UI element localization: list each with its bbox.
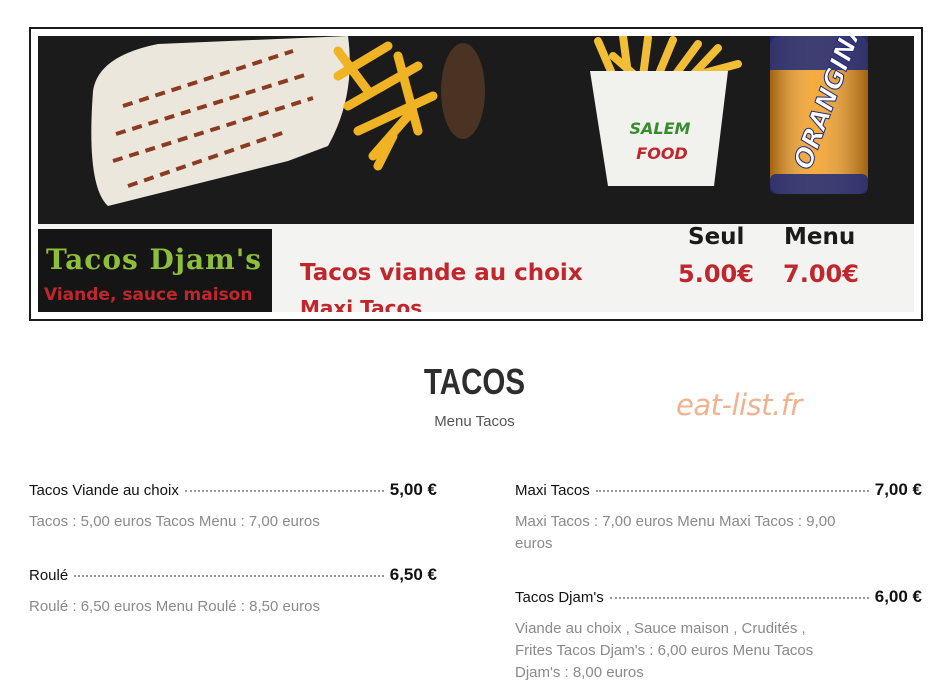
fries-box-text-2: FOOD (636, 144, 687, 163)
board-brand-subtitle: Viande, sauce maison (44, 285, 253, 305)
wrap-shape (91, 36, 350, 206)
item-name: Tacos Djam's (515, 589, 604, 606)
board-col-menu: Menu (784, 224, 856, 250)
dot-leader (184, 490, 384, 492)
item-name: Tacos Viande au choix (29, 482, 179, 499)
wrap-fries (333, 41, 438, 171)
item-description: Roulé : 6,50 euros Menu Roulé : 8,50 eur… (29, 598, 321, 615)
banner-frame: SALEM FOOD ORANGINA Tacos Djam's Viande,… (29, 27, 923, 321)
menu-photo: SALEM FOOD ORANGINA Tacos Djam's Viande,… (38, 36, 914, 312)
board-col-single: Seul (688, 224, 745, 250)
dot-leader (595, 490, 869, 492)
item-header: Tacos Djam's 6,00 € (515, 587, 922, 607)
menu-item: Maxi Tacos 7,00 € Maxi Tacos : 7,00 euro… (515, 480, 922, 555)
dot-leader (74, 575, 384, 577)
item-description: Tacos : 5,00 euros Tacos Menu : 7,00 eur… (29, 513, 320, 530)
item-price: 7,00 € (874, 480, 922, 499)
menu-item: Roulé 6,50 € Roulé : 6,50 euros Menu Rou… (29, 565, 437, 618)
item-description: Viande au choix , Sauce maison , Crudité… (515, 620, 814, 681)
board-price-menu: 7.00€ (783, 260, 859, 288)
item-header: Roulé 6,50 € (29, 565, 437, 585)
item-price: 5,00 € (389, 480, 437, 499)
item-description: Maxi Tacos : 7,00 euros Menu Maxi Tacos … (515, 513, 836, 552)
board-item-2: Maxi Tacos (300, 296, 423, 312)
section-subtitle: Menu Tacos (434, 413, 515, 430)
board-brand-panel: Tacos Djam's Viande, sauce maison (38, 229, 272, 312)
menu-item: Tacos Viande au choix 5,00 € Tacos : 5,0… (29, 480, 437, 533)
watermark: eat-list.fr (676, 388, 802, 422)
menu-board: Tacos Djam's Viande, sauce maison Seul M… (38, 224, 914, 312)
board-price-single: 5.00€ (678, 260, 754, 288)
meat-shape (441, 43, 485, 139)
fries-box-text-1: SALEM (630, 119, 691, 138)
board-brand-title: Tacos Djam's (46, 243, 263, 276)
item-price: 6,00 € (874, 587, 922, 606)
dot-leader (609, 597, 869, 599)
item-header: Maxi Tacos 7,00 € (515, 480, 922, 500)
item-price: 6,50 € (389, 565, 437, 584)
item-name: Roulé (29, 567, 69, 584)
item-header: Tacos Viande au choix 5,00 € (29, 480, 437, 500)
board-item: Tacos viande au choix (300, 260, 583, 286)
item-name: Maxi Tacos (515, 482, 590, 499)
menu-item: Tacos Djam's 6,00 € Viande au choix , Sa… (515, 587, 922, 684)
